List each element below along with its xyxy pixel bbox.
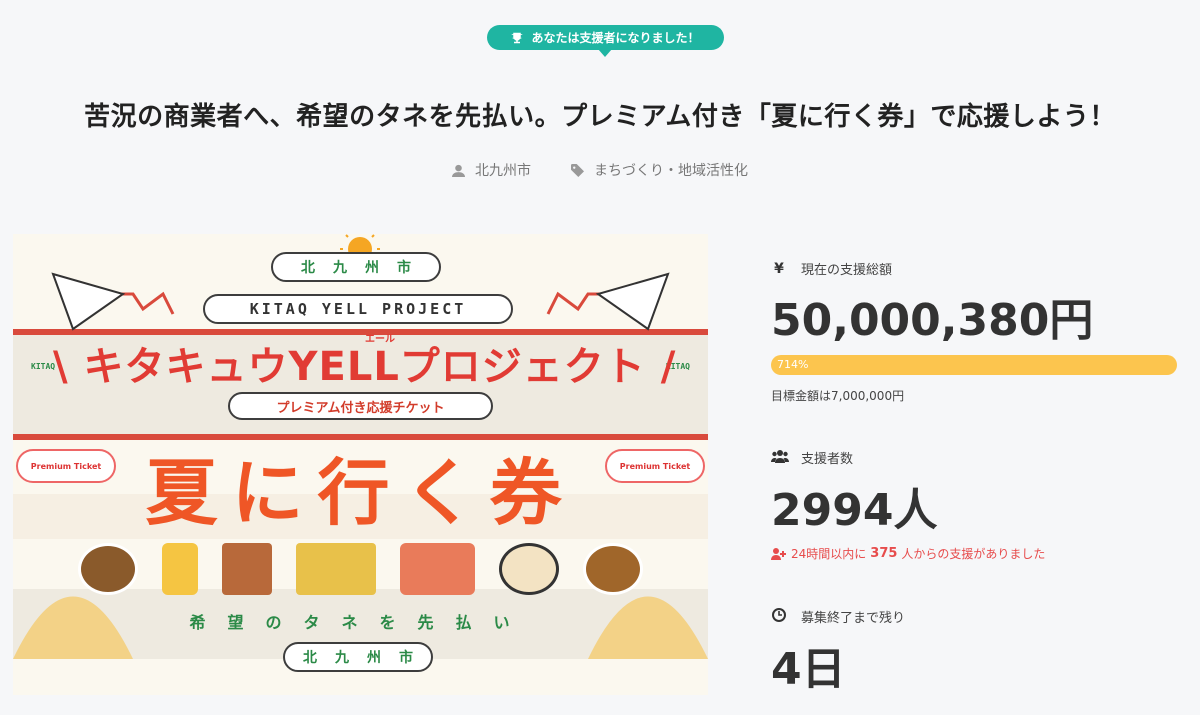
- funding-progress-bar: 714%: [771, 355, 1177, 375]
- hero-name-prefix: \: [53, 344, 69, 390]
- project-meta: 北九州市 まちづくり・地域活性化: [0, 160, 1200, 180]
- backers-value: 2994人: [771, 485, 938, 536]
- category-name: まちづくり・地域活性化: [594, 163, 748, 179]
- recent-prefix: 24時間以内に: [791, 547, 867, 561]
- page-title: 苦況の商業者へ、希望のタネを先払い。プレミアム付き「夏に行く券」で応援しよう！: [84, 102, 1116, 132]
- funding-percent: 714%: [777, 358, 809, 371]
- recent-suffix: 人からの支援がありました: [901, 547, 1046, 561]
- tag-icon: [571, 163, 584, 177]
- remaining-label: 募集終了まで残り: [771, 607, 905, 626]
- remaining-label-text: 募集終了まで残り: [801, 611, 906, 626]
- project-hero-image: 北九州市 KITAQ YELL PROJECT KITAQ KITAQ エール …: [13, 234, 708, 695]
- hero-food-illustrations: [78, 539, 643, 599]
- backers-label-text: 支援者数: [801, 452, 854, 467]
- user-plus-icon: [771, 547, 786, 560]
- hero-kitaq-left: KITAQ: [31, 362, 56, 371]
- hero-city-bottom: 北九州市: [283, 642, 433, 672]
- badge-text: あなたは支援者になりました！: [531, 31, 700, 45]
- remaining-value: 4日: [771, 644, 846, 695]
- users-icon: [771, 449, 789, 467]
- owner-name: 北九州市: [475, 163, 531, 179]
- hero-project-en: KITAQ YELL PROJECT: [203, 294, 513, 324]
- yakitori-illustration: [222, 543, 272, 595]
- goal-amount: 目標金額は7,000,000円: [771, 389, 905, 403]
- bed-illustration: [296, 543, 376, 595]
- hero-project-name: \ キタキュウYELLプロジェクト /: [53, 334, 675, 392]
- hero-ticket-label: プレミアム付き応援チケット: [228, 392, 493, 420]
- hero-ticket-name: 夏に行く券: [145, 451, 576, 535]
- hero-name-suffix: /: [660, 344, 677, 390]
- hero-slogan: 希望のタネを先払い: [189, 613, 532, 632]
- curry-illustration: [583, 543, 643, 595]
- beer-illustration: [162, 543, 198, 595]
- owner-link[interactable]: 北九州市: [452, 160, 531, 180]
- amount-label-text: 現在の支援総額: [801, 263, 893, 278]
- amount-value: 50,000,380円: [771, 295, 1094, 346]
- trophy-icon: [512, 32, 523, 43]
- recent-count: 375: [870, 546, 898, 561]
- ramen-illustration: [499, 543, 559, 595]
- recent-backers-notice: 24時間以内に 375 人からの支援がありました: [771, 545, 1045, 562]
- clock-icon: [771, 607, 787, 626]
- backers-label: 支援者数: [771, 448, 853, 467]
- hero-name-text: キタキュウYELLプロジェクト: [83, 344, 646, 390]
- user-icon: [452, 164, 465, 177]
- supporter-badge: あなたは支援者になりました！: [487, 25, 724, 57]
- sushi-illustration: [400, 543, 475, 595]
- category-link[interactable]: まちづくり・地域活性化: [571, 160, 748, 180]
- amount-label: ¥ 現在の支援総額: [771, 259, 893, 279]
- yakisoba-illustration: [78, 543, 138, 595]
- hero-city-label: 北九州市: [271, 252, 441, 282]
- yen-icon: ¥: [774, 260, 784, 277]
